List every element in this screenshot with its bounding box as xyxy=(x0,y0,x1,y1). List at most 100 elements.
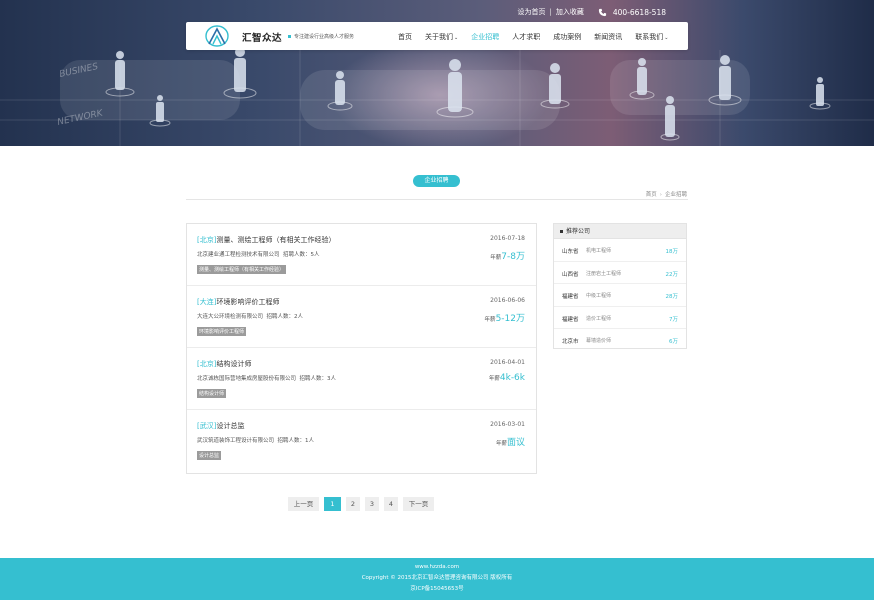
section-title: 企业招聘 xyxy=(413,175,460,187)
nav-label: 首页 xyxy=(398,33,412,41)
nav-label: 联系我们 xyxy=(635,33,664,41)
job-city: [武汉] xyxy=(197,422,217,430)
company-position: 幕墙造价师 xyxy=(586,338,612,344)
company-row[interactable]: 山西省 注册岩土工程师 22万 xyxy=(554,262,686,284)
job-date: 2016-03-01 xyxy=(490,421,525,428)
company-row[interactable]: 福建省 中级工程师 28万 xyxy=(554,284,686,307)
prev-page-button[interactable]: 上一页 xyxy=(288,497,319,511)
job-title-text: 设计总监 xyxy=(216,422,245,430)
salary-value: 面议 xyxy=(506,438,525,448)
divider xyxy=(186,199,688,200)
company-salary: 18万 xyxy=(665,249,679,255)
nav-item-home[interactable]: 首页 xyxy=(398,32,412,42)
brand-name[interactable]: 汇智众达 xyxy=(242,30,282,44)
job-company: 武汉筑道装饰工程设计有限公司 xyxy=(197,438,275,444)
footer-url[interactable]: www.hzzda.com xyxy=(0,564,874,570)
nav-item-cases[interactable]: 成功案例 xyxy=(553,32,581,42)
job-tag: 结构设计师 xyxy=(197,389,227,398)
nav-label: 成功案例 xyxy=(553,33,582,41)
job-date: 2016-06-06 xyxy=(490,297,525,304)
topbar: 设为首页 | 加入收藏 400-6618-518 xyxy=(518,7,667,17)
footer-icp[interactable]: 京ICP备15045653号 xyxy=(0,586,874,592)
nav-item-recruitment[interactable]: 企业招聘 xyxy=(471,32,499,42)
logo-icon[interactable] xyxy=(205,25,229,47)
job-item[interactable]: [武汉]设计总监 2016-03-01 武汉筑道装饰工程设计有限公司 招聘人数：… xyxy=(187,410,536,472)
page-button-1[interactable]: 1 xyxy=(324,497,341,511)
job-city: [北京] xyxy=(197,236,217,244)
job-title[interactable]: [北京]测量、测绘工程师（有相关工作经验） xyxy=(197,235,335,245)
nav-label: 关于我们 xyxy=(425,33,453,41)
job-title[interactable]: [大连]环境影响评价工程师 xyxy=(197,297,279,307)
topbar-separator: | xyxy=(549,8,552,16)
company-position: 注册岩土工程师 xyxy=(586,270,622,277)
salary-value: 5-12万 xyxy=(495,314,525,324)
breadcrumb-home[interactable]: 首页 xyxy=(646,192,657,198)
chevron-down-icon: ⌄ xyxy=(664,35,669,41)
job-salary: 年薪面议 xyxy=(496,435,525,448)
brand-tagline: 专注建设行业高级人才服务 xyxy=(288,33,354,40)
job-item[interactable]: [北京]结构设计师 2016-04-01 北京诚栋国际营地集成房屋股份有限公司 … xyxy=(187,348,536,410)
job-headcount: 招聘人数：3人 xyxy=(299,376,337,382)
company-salary: 22万 xyxy=(665,271,679,278)
nav-label: 人才求职 xyxy=(512,33,541,41)
page-button-4[interactable]: 4 xyxy=(384,497,398,511)
set-home-link[interactable]: 设为首页 xyxy=(518,7,546,17)
job-headcount: 招聘人数：5人 xyxy=(283,252,320,258)
job-date: 2016-04-01 xyxy=(490,359,525,366)
company-row[interactable]: 福建省 造价工程师 7万 xyxy=(554,307,686,329)
company-province: 北京市 xyxy=(562,339,579,345)
company-province: 山东省 xyxy=(562,249,579,255)
footer-copyright: Copyright © 2015北京汇智众达管理咨询有限公司 版权所有 xyxy=(361,575,513,581)
square-bullet-icon xyxy=(560,230,563,233)
hero-banner: BUSINES NETWORK 设为首页 | 加入收藏 400-6618-518… xyxy=(0,0,874,146)
salary-label: 年薪 xyxy=(490,255,502,261)
company-position: 机电工程师 xyxy=(586,248,612,254)
job-company: 北京建业通工程检测技术有限公司 xyxy=(197,252,280,258)
tagline-text: 专注建设行业高级人才服务 xyxy=(294,34,355,40)
job-title-text: 环境影响评价工程师 xyxy=(216,298,280,306)
job-date: 2016-07-18 xyxy=(490,235,525,242)
job-title[interactable]: [武汉]设计总监 xyxy=(197,421,244,431)
company-row[interactable]: 北京市 幕墙造价师 6万 xyxy=(554,329,686,352)
next-page-button[interactable]: 下一页 xyxy=(403,497,434,511)
job-meta: 北京建业通工程检测技术有限公司 招聘人数：5人 xyxy=(197,250,320,258)
job-tag: 测量、测绘工程师（有相关工作经验） xyxy=(197,265,287,274)
nav-item-job-seekers[interactable]: 人才求职 xyxy=(512,32,540,42)
job-title-text: 结构设计师 xyxy=(216,360,252,368)
breadcrumb: 首页 › 企业招聘 xyxy=(646,190,687,198)
tagline-dot xyxy=(288,35,291,38)
job-item[interactable]: [大连]环境影响评价工程师 2016-06-06 大连大公环境检测有限公司 招聘… xyxy=(187,286,536,348)
breadcrumb-separator: › xyxy=(659,192,662,198)
job-tag: 环境影响评价工程师 xyxy=(197,327,247,336)
nav-item-about[interactable]: 关于我们⌄ xyxy=(425,32,458,42)
company-position: 中级工程师 xyxy=(586,293,612,299)
job-company: 大连大公环境检测有限公司 xyxy=(197,314,264,320)
sidebar-header: 推荐公司 xyxy=(554,224,686,239)
job-meta: 北京诚栋国际营地集成房屋股份有限公司 招聘人数：3人 xyxy=(197,374,336,382)
job-meta: 大连大公环境检测有限公司 招聘人数：2人 xyxy=(197,312,303,320)
company-row[interactable]: 山东省 机电工程师 18万 xyxy=(554,239,686,262)
job-company: 北京诚栋国际营地集成房屋股份有限公司 xyxy=(197,376,297,382)
company-salary: 7万 xyxy=(669,316,678,323)
company-province: 山西省 xyxy=(562,271,579,278)
nav-item-news[interactable]: 新闻资讯 xyxy=(594,32,622,42)
add-favorite-link[interactable]: 加入收藏 xyxy=(556,7,584,17)
job-city: [北京] xyxy=(197,360,217,368)
nav-item-contact[interactable]: 联系我们⌄ xyxy=(635,32,668,42)
company-salary: 28万 xyxy=(665,294,679,300)
company-position: 造价工程师 xyxy=(586,315,612,322)
job-title[interactable]: [北京]结构设计师 xyxy=(197,359,251,369)
nav-label: 企业招聘 xyxy=(471,33,500,41)
job-city: [大连] xyxy=(197,298,217,306)
phone-icon xyxy=(598,8,606,16)
job-salary: 年薪4k-6k xyxy=(489,373,525,383)
salary-value: 7-8万 xyxy=(501,252,525,262)
page-button-3[interactable]: 3 xyxy=(365,497,379,511)
job-item[interactable]: [北京]测量、测绘工程师（有相关工作经验） 2016-07-18 北京建业通工程… xyxy=(187,224,536,286)
page-button-2[interactable]: 2 xyxy=(346,497,360,511)
job-salary: 年薪7-8万 xyxy=(490,249,525,262)
breadcrumb-current: 企业招聘 xyxy=(664,192,687,198)
job-headcount: 招聘人数：2人 xyxy=(266,314,304,320)
salary-label: 年薪 xyxy=(495,441,507,447)
chevron-down-icon: ⌄ xyxy=(454,35,459,41)
